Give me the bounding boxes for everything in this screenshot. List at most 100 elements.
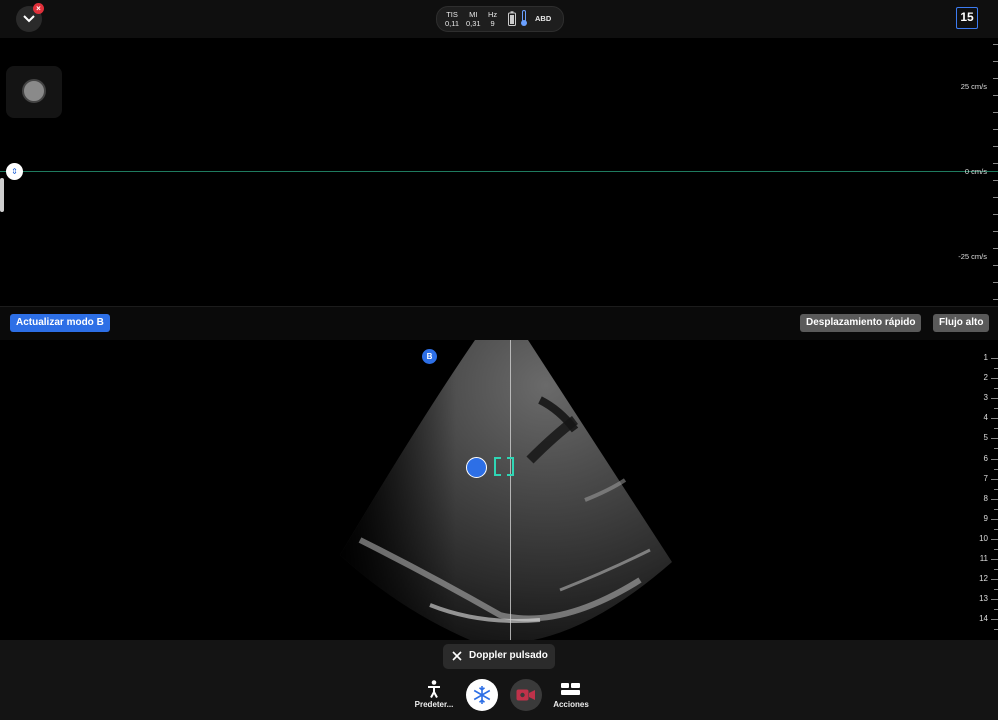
close-icon[interactable] <box>452 651 462 661</box>
depth-label: 10 <box>979 533 988 543</box>
depth-label: 2 <box>983 373 988 383</box>
record-button[interactable] <box>510 679 542 711</box>
velocity-tick <box>993 163 998 164</box>
velocity-tick <box>993 44 998 45</box>
depth-tick-minor <box>994 508 998 510</box>
velocity-label-zero: 0 cm/s <box>964 167 987 176</box>
velocity-tick <box>993 95 998 96</box>
actions-grid-icon <box>561 683 580 695</box>
freeze-button[interactable] <box>466 679 498 711</box>
depth-tick-major <box>991 498 998 500</box>
velocity-label-bottom: -25 cm/s <box>958 252 987 261</box>
depth-tick-major <box>991 559 998 560</box>
depth-label: 5 <box>983 433 988 443</box>
depth-tick-minor <box>994 589 998 591</box>
velocity-tick <box>993 146 998 147</box>
depth-tick-minor <box>994 468 998 470</box>
chevron-down-icon <box>23 15 35 23</box>
depth-label: 7 <box>983 473 988 483</box>
preset-label: ABD <box>535 14 552 23</box>
presets-label: Predeter... <box>414 700 454 709</box>
depth-tick-minor <box>994 528 998 530</box>
depth-tick-minor <box>994 629 998 631</box>
velocity-tick <box>993 61 998 62</box>
velocity-tick <box>993 129 998 130</box>
depth-tick-minor <box>994 388 998 390</box>
depth-tick-major <box>991 398 998 400</box>
update-bmode-button[interactable]: Actualizar modo B <box>10 314 110 332</box>
depth-tick-major <box>991 579 998 581</box>
velocity-tick <box>993 112 998 113</box>
tis-value: 0,11 <box>445 19 460 28</box>
fast-scroll-button[interactable]: Desplazamiento rápido <box>800 314 922 332</box>
velocity-tick <box>993 282 998 283</box>
mi-value: 0,31 <box>466 19 481 28</box>
doppler-cursor-line[interactable] <box>510 340 511 640</box>
velocity-tick <box>993 214 998 215</box>
thermometer-icon <box>521 10 527 26</box>
video-camera-icon <box>516 689 535 701</box>
battery-icon <box>508 11 516 26</box>
depth-tick-minor <box>994 408 998 410</box>
velocity-label-top: 25 cm/s <box>960 82 987 91</box>
clip-counter-badge[interactable]: 15 <box>956 7 978 29</box>
velocity-tick <box>993 78 998 79</box>
hz-value: 9 <box>490 19 495 28</box>
depth-label: 6 <box>983 453 988 463</box>
snowflake-icon <box>473 686 491 704</box>
depth-label: 13 <box>979 594 988 604</box>
doppler-mode-button[interactable]: Doppler pulsado <box>443 644 555 669</box>
status-pill: TIS 0,11 MI 0,31 Hz 9 ABD <box>436 6 564 32</box>
presets-button[interactable]: Predeter... <box>410 680 458 712</box>
depth-label: 4 <box>983 413 988 423</box>
depth-tick-major <box>991 518 998 520</box>
depth-tick-minor <box>994 548 998 550</box>
high-flow-button[interactable]: Flujo alto <box>933 314 990 332</box>
depth-label: 12 <box>979 574 988 584</box>
close-icon[interactable]: × <box>33 3 44 14</box>
depth-label: 1 <box>983 353 988 362</box>
gate-drag-handle[interactable] <box>466 457 487 478</box>
sample-gate-marker[interactable] <box>494 457 514 476</box>
tis-label: TIS <box>446 10 458 19</box>
person-icon <box>428 680 440 698</box>
depth-tick-minor <box>994 569 998 571</box>
ultrasound-sector-image <box>340 340 672 640</box>
depth-label: 14 <box>979 614 988 624</box>
doppler-baseline <box>0 171 998 172</box>
actions-button[interactable]: Acciones <box>550 680 592 712</box>
depth-tick-major <box>991 378 998 380</box>
bmode-image-area[interactable] <box>0 340 998 640</box>
depth-label: 9 <box>983 513 988 523</box>
depth-tick-minor <box>994 609 998 611</box>
velocity-tick <box>993 265 998 266</box>
actions-label: Acciones <box>553 700 589 709</box>
velocity-tick <box>993 197 998 198</box>
doppler-spectrum-area[interactable] <box>0 38 998 306</box>
hz-label: Hz <box>488 10 498 19</box>
edge-drag-handle[interactable] <box>0 178 4 212</box>
depth-tick-major <box>991 418 998 420</box>
depth-tick-minor <box>994 428 998 430</box>
velocity-tick <box>993 248 998 249</box>
depth-tick-major <box>991 538 998 540</box>
depth-tick-major <box>991 438 998 440</box>
velocity-tick <box>993 180 998 181</box>
depth-label: 11 <box>979 554 988 563</box>
bmode-badge: B <box>422 349 437 364</box>
depth-tick-minor <box>994 368 998 370</box>
depth-tick-major <box>991 619 998 621</box>
baseline-handle-icon[interactable]: ⇕ <box>6 163 23 180</box>
depth-label: 3 <box>983 393 988 403</box>
depth-tick-major <box>991 358 998 359</box>
doppler-mode-label: Doppler pulsado <box>469 650 548 661</box>
mi-label: MI <box>469 10 478 19</box>
depth-tick-major <box>991 599 998 601</box>
depth-tick-minor <box>994 448 998 450</box>
depth-tick-major <box>991 478 998 480</box>
depth-label: 8 <box>983 493 988 503</box>
velocity-tick <box>993 231 998 232</box>
depth-tick-minor <box>994 488 998 490</box>
scale-indicator-icon <box>22 79 46 103</box>
velocity-tick <box>993 299 998 300</box>
